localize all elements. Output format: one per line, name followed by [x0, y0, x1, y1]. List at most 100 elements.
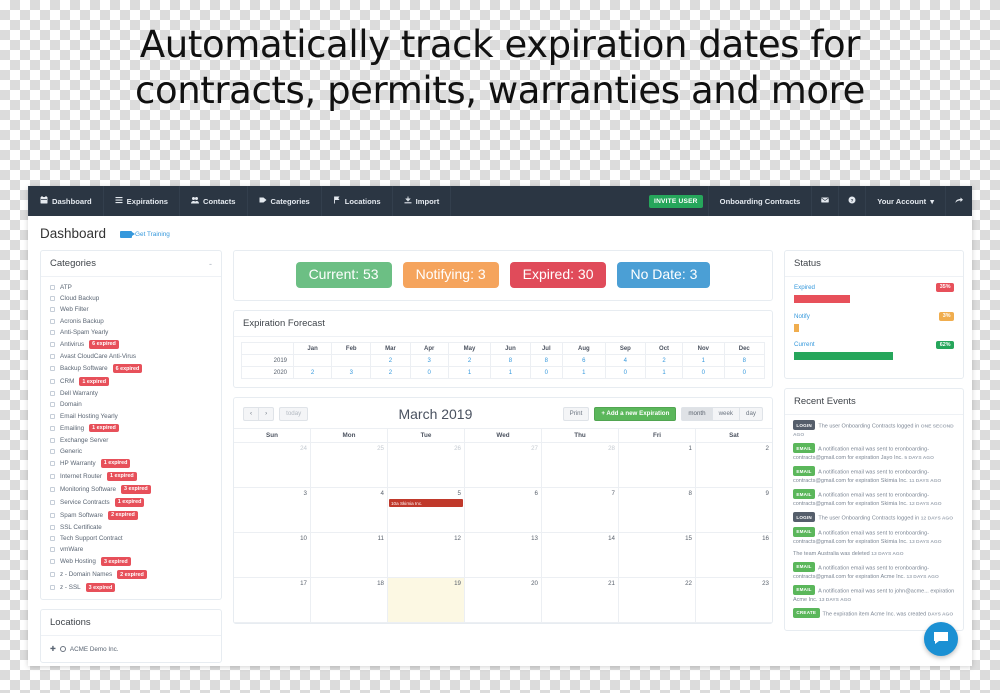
- forecast-cell[interactable]: 2: [645, 354, 684, 368]
- category-checkbox[interactable]: [50, 285, 55, 291]
- get-training-link[interactable]: Get Training: [120, 231, 170, 238]
- nav-item-categories[interactable]: Categories: [248, 186, 322, 216]
- forecast-cell[interactable]: 1: [490, 366, 531, 380]
- calendar-day-cell[interactable]: 14: [542, 533, 619, 579]
- calendar-day-cell[interactable]: 20: [465, 578, 542, 624]
- calendar-day-cell[interactable]: 25: [311, 443, 388, 489]
- nav-logout-button[interactable]: [945, 186, 972, 216]
- category-checkbox[interactable]: [50, 460, 55, 466]
- category-checkbox[interactable]: [50, 296, 55, 302]
- calendar-day-cell[interactable]: 4: [311, 488, 388, 534]
- forecast-cell[interactable]: 3: [409, 354, 449, 368]
- expand-plus-icon[interactable]: ✚: [50, 645, 56, 653]
- forecast-cell[interactable]: 0: [723, 366, 766, 380]
- calendar-day-cell[interactable]: 12: [388, 533, 465, 579]
- calendar-view-day[interactable]: day: [739, 407, 763, 422]
- category-item[interactable]: HP Warranty 1 expired: [41, 457, 221, 470]
- calendar-day-cell[interactable]: 15: [619, 533, 696, 579]
- category-checkbox[interactable]: [50, 559, 55, 565]
- category-checkbox[interactable]: [50, 448, 55, 454]
- calendar-event[interactable]: 10a Skimia Inc.: [389, 499, 463, 507]
- category-checkbox[interactable]: [50, 486, 55, 492]
- forecast-cell[interactable]: 1: [562, 366, 606, 380]
- forecast-cell[interactable]: 6: [562, 354, 606, 368]
- calendar-day-cell[interactable]: 13: [465, 533, 542, 579]
- status-tile[interactable]: No Date: 3: [617, 262, 711, 289]
- forecast-cell[interactable]: 8: [529, 354, 564, 368]
- nav-item-expirations[interactable]: Expirations: [104, 186, 181, 216]
- category-item[interactable]: vmWare: [41, 544, 221, 555]
- category-item[interactable]: Tech Support Contract: [41, 533, 221, 544]
- category-checkbox[interactable]: [50, 437, 55, 443]
- category-item[interactable]: SSL Certificate: [41, 522, 221, 533]
- calendar-day-cell[interactable]: 21: [542, 578, 619, 624]
- forecast-cell[interactable]: 8: [490, 354, 531, 368]
- calendar-day-cell[interactable]: 26: [388, 443, 465, 489]
- calendar-day-cell[interactable]: 22: [619, 578, 696, 624]
- calendar-day-cell[interactable]: 23: [696, 578, 772, 624]
- chat-bubble-button[interactable]: [924, 622, 958, 656]
- category-item[interactable]: Web Hosting 3 expired: [41, 555, 221, 568]
- status-tile[interactable]: Current: 53: [295, 262, 392, 289]
- calendar-day-cell[interactable]: 10: [234, 533, 311, 579]
- category-checkbox[interactable]: [50, 425, 55, 431]
- category-item[interactable]: z - SSL 3 expired: [41, 581, 221, 594]
- nav-your-account-menu[interactable]: Your Account ▾: [865, 186, 945, 216]
- forecast-cell[interactable]: 8: [723, 354, 766, 368]
- calendar-day-cell[interactable]: 27: [465, 443, 542, 489]
- category-item[interactable]: Service Contracts 1 expired: [41, 496, 221, 509]
- calendar-day-cell[interactable]: 16: [696, 533, 772, 579]
- collapse-icon[interactable]: -: [209, 259, 212, 269]
- calendar-day-cell[interactable]: 17: [234, 578, 311, 624]
- category-item[interactable]: Backup Software 6 expired: [41, 362, 221, 375]
- calendar-day-cell[interactable]: 5 10a Skimia Inc.: [388, 488, 465, 534]
- category-checkbox[interactable]: [50, 354, 55, 359]
- add-expiration-button[interactable]: + Add a new Expiration: [594, 407, 677, 422]
- category-checkbox[interactable]: [50, 499, 55, 505]
- category-checkbox[interactable]: [50, 524, 55, 530]
- calendar-view-month[interactable]: month: [681, 407, 713, 422]
- category-item[interactable]: Emailing 1 expired: [41, 422, 221, 435]
- calendar-next-button[interactable]: ›: [258, 407, 275, 422]
- forecast-cell[interactable]: 1: [645, 366, 684, 380]
- calendar-view-week[interactable]: week: [711, 407, 741, 422]
- category-item[interactable]: Antivirus 6 expired: [41, 338, 221, 351]
- status-tile[interactable]: Expired: 30: [509, 262, 607, 289]
- category-checkbox[interactable]: [50, 318, 55, 324]
- calendar-today-button[interactable]: today: [279, 407, 309, 422]
- category-item[interactable]: Anti-Spam Yearly: [41, 327, 221, 338]
- category-item[interactable]: Avast CloudCare Anti-Virus: [41, 351, 221, 362]
- category-checkbox[interactable]: [50, 413, 55, 419]
- category-checkbox[interactable]: [50, 572, 55, 578]
- category-checkbox[interactable]: [50, 547, 55, 553]
- forecast-cell[interactable]: 0: [409, 366, 449, 380]
- category-checkbox[interactable]: [50, 379, 55, 385]
- category-item[interactable]: ATP: [41, 282, 221, 293]
- calendar-day-cell[interactable]: 1: [619, 443, 696, 489]
- forecast-cell[interactable]: 0: [529, 366, 564, 380]
- calendar-day-cell[interactable]: 7: [542, 488, 619, 534]
- category-item[interactable]: Domain: [41, 399, 221, 410]
- forecast-cell[interactable]: 0: [682, 366, 725, 380]
- calendar-day-cell[interactable]: 2: [696, 443, 772, 489]
- category-item[interactable]: Monitoring Software 3 expired: [41, 483, 221, 496]
- nav-help-button[interactable]: ?: [838, 186, 865, 216]
- forecast-cell[interactable]: 2: [370, 354, 411, 368]
- calendar-day-cell[interactable]: 19: [388, 578, 465, 624]
- invite-user-button[interactable]: INVITE USER: [649, 194, 703, 208]
- location-item[interactable]: ✚ ACME Demo Inc.: [41, 641, 221, 657]
- category-item[interactable]: z - Domain Names 2 expired: [41, 568, 221, 581]
- forecast-cell[interactable]: 1: [682, 354, 725, 368]
- forecast-cell[interactable]: 2: [292, 366, 333, 380]
- nav-account-name[interactable]: Onboarding Contracts: [707, 186, 812, 216]
- calendar-day-cell[interactable]: 6: [465, 488, 542, 534]
- category-item[interactable]: Generic: [41, 446, 221, 457]
- forecast-cell[interactable]: 2: [370, 366, 411, 380]
- category-item[interactable]: Exchange Server: [41, 435, 221, 446]
- calendar-day-cell[interactable]: 24: [234, 443, 311, 489]
- category-item[interactable]: Spam Software 2 expired: [41, 509, 221, 522]
- calendar-day-cell[interactable]: 3: [234, 488, 311, 534]
- status-tile[interactable]: Notifying: 3: [402, 262, 499, 289]
- category-checkbox[interactable]: [50, 366, 55, 372]
- category-checkbox[interactable]: [50, 536, 55, 542]
